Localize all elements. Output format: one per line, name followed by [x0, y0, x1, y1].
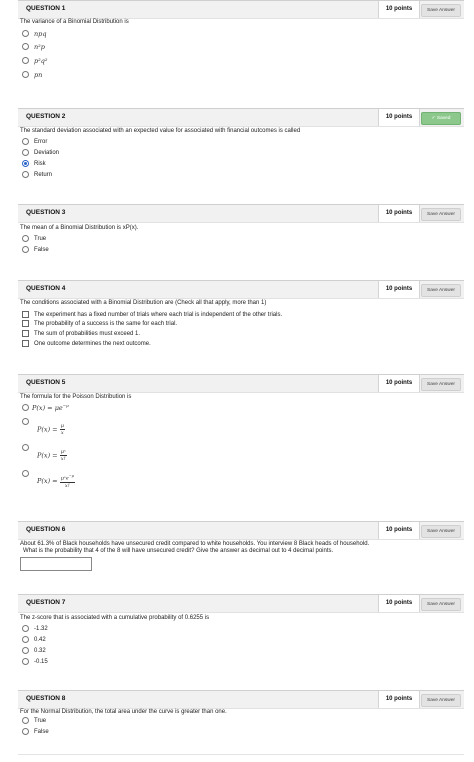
save-answer-button[interactable]: Save Answer — [421, 284, 461, 297]
formula: P(x) = μx — [37, 422, 65, 436]
answer-option[interactable]: -1.32 — [22, 624, 48, 633]
answer-option[interactable]: -0.15 — [22, 657, 48, 666]
answer-option[interactable]: Error — [22, 137, 47, 146]
answer-option[interactable]: Return — [22, 170, 52, 179]
checkbox[interactable] — [22, 311, 29, 318]
radio-button[interactable] — [22, 246, 29, 253]
question-text: About 61.3% of Black households have uns… — [20, 541, 370, 547]
answer-option[interactable]: True — [22, 234, 46, 243]
checkbox[interactable] — [22, 330, 29, 337]
question-text: The z-score that is associated with a cu… — [20, 615, 210, 621]
radio-button[interactable] — [22, 728, 29, 735]
save-answer-button[interactable]: Save Answer — [421, 208, 461, 221]
question-1-header: QUESTION 1 10 points Save Answer — [18, 0, 464, 19]
answer-option[interactable]: P(x) = μe−μ — [22, 403, 69, 412]
answer-text-field[interactable] — [20, 557, 92, 571]
answer-option[interactable]: p²q² — [22, 56, 48, 65]
answer-option[interactable]: P(x) = μˣe−μ x! — [22, 470, 75, 492]
radio-button[interactable] — [22, 30, 29, 37]
points-label: 10 points — [378, 375, 420, 392]
answer-option[interactable]: The experiment has a fixed number of tri… — [22, 310, 282, 319]
answer-option[interactable]: The sum of probabilities must exceed 1. — [22, 329, 140, 338]
radio-button[interactable] — [22, 647, 29, 654]
question-title: QUESTION 6 — [26, 526, 66, 533]
radio-button[interactable] — [22, 444, 29, 451]
radio-button[interactable] — [22, 717, 29, 724]
answer-option[interactable]: P(x) = μˣ x! — [22, 444, 67, 466]
answer-option[interactable]: pn — [22, 70, 42, 79]
radio-button[interactable] — [22, 625, 29, 632]
answer-option[interactable]: One outcome determines the next outcome. — [22, 339, 151, 348]
radio-button[interactable] — [22, 43, 29, 50]
question-title: QUESTION 7 — [26, 599, 66, 606]
save-answer-button[interactable]: Save Answer — [421, 694, 461, 707]
question-text: The conditions associated with a Binomia… — [20, 300, 267, 306]
question-text: The standard deviation associated with a… — [20, 128, 301, 134]
points-label: 10 points — [378, 522, 420, 539]
question-4-header: QUESTION 4 10 points Save Answer — [18, 280, 464, 299]
question-5-header: QUESTION 5 10 points Save Answer — [18, 374, 464, 393]
answer-option[interactable]: The probability of a success is the same… — [22, 319, 177, 328]
radio-button[interactable] — [22, 636, 29, 643]
question-text: For the Normal Distribution, the total a… — [20, 709, 227, 715]
radio-button[interactable] — [22, 235, 29, 242]
question-title: QUESTION 8 — [26, 695, 66, 702]
saved-indicator[interactable]: ✓ Saved — [421, 112, 461, 125]
points-label: 10 points — [378, 691, 420, 708]
radio-button[interactable] — [22, 658, 29, 665]
question-title: QUESTION 5 — [26, 379, 66, 386]
question-7-header: QUESTION 7 10 points Save Answer — [18, 594, 464, 613]
save-answer-button[interactable]: Save Answer — [421, 4, 461, 17]
question-2-header: QUESTION 2 10 points ✓ Saved — [18, 108, 464, 127]
save-answer-button[interactable]: Save Answer — [421, 525, 461, 538]
question-3-header: QUESTION 3 10 points Save Answer — [18, 204, 464, 223]
question-6-header: QUESTION 6 10 points Save Answer — [18, 521, 464, 540]
formula: P(x) = μe−μ — [32, 402, 69, 413]
answer-option[interactable]: Deviation — [22, 148, 59, 157]
answer-option[interactable]: 0.42 — [22, 635, 46, 644]
points-label: 10 points — [378, 109, 420, 126]
save-answer-button[interactable]: Save Answer — [421, 598, 461, 611]
radio-button-selected[interactable] — [22, 160, 29, 167]
answer-option[interactable]: False — [22, 727, 49, 736]
points-label: 10 points — [378, 1, 420, 18]
radio-button[interactable] — [22, 171, 29, 178]
question-text: The mean of a Binomial Distribution is x… — [20, 225, 139, 231]
question-text: The variance of a Binomial Distribution … — [20, 19, 129, 25]
question-title: QUESTION 3 — [26, 209, 66, 216]
answer-option[interactable]: 0.32 — [22, 646, 46, 655]
checkbox[interactable] — [22, 340, 29, 347]
divider — [18, 754, 464, 755]
question-title: QUESTION 2 — [26, 113, 66, 120]
radio-button[interactable] — [22, 149, 29, 156]
answer-option[interactable]: n²p — [22, 42, 45, 51]
formula: P(x) = μˣe−μ x! — [37, 474, 75, 489]
answer-option[interactable]: False — [22, 245, 49, 254]
radio-button[interactable] — [22, 57, 29, 64]
checkbox[interactable] — [22, 320, 29, 327]
points-label: 10 points — [378, 205, 420, 222]
radio-button[interactable] — [22, 71, 29, 78]
answer-option[interactable]: P(x) = μx — [22, 418, 65, 440]
radio-button[interactable] — [22, 418, 29, 425]
save-answer-button[interactable]: Save Answer — [421, 378, 461, 391]
question-8-header: QUESTION 8 10 points Save Answer — [18, 690, 464, 709]
points-label: 10 points — [378, 595, 420, 612]
question-title: QUESTION 4 — [26, 285, 66, 292]
formula: P(x) = μˣ x! — [37, 448, 67, 462]
question-text-continued: What is the probability that 4 of the 8 … — [23, 548, 334, 554]
radio-button[interactable] — [22, 404, 29, 411]
question-title: QUESTION 1 — [26, 5, 66, 12]
question-text: The formula for the Poisson Distribution… — [20, 394, 132, 400]
answer-option-selected[interactable]: Risk — [22, 159, 46, 168]
points-label: 10 points — [378, 281, 420, 298]
answer-option[interactable]: True — [22, 716, 46, 725]
radio-button[interactable] — [22, 138, 29, 145]
radio-button[interactable] — [22, 470, 29, 477]
answer-option[interactable]: npq — [22, 29, 47, 38]
